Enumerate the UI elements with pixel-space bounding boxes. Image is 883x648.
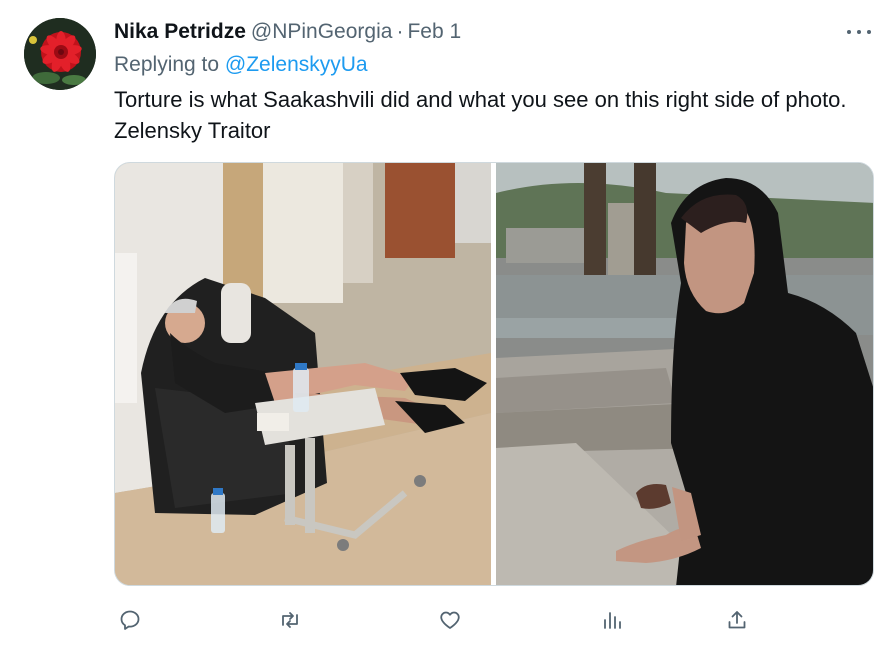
reply-icon-svg: [120, 610, 140, 630]
author-display-name[interactable]: Nika Petridze: [114, 20, 246, 44]
tweet-actions: [114, 604, 774, 636]
reply-icon[interactable]: [114, 604, 146, 636]
media-grid: [114, 162, 874, 586]
retweet-icon[interactable]: [274, 604, 306, 636]
dot: [867, 30, 871, 34]
views-icon[interactable]: [596, 604, 628, 636]
replying-to-line: Replying to @ZelenskyyUa: [114, 53, 368, 77]
photo-man-in-armchair-icon: [115, 163, 491, 585]
separator-dot: ·: [396, 20, 404, 43]
share-icon-svg: [728, 611, 746, 629]
tweet-date[interactable]: Feb 1: [407, 20, 461, 44]
photo-woman-in-black-hood[interactable]: [496, 163, 873, 585]
avatar[interactable]: [24, 18, 96, 90]
red-flower-avatar-icon: [24, 18, 96, 90]
author-handle[interactable]: @NPinGeorgia: [251, 20, 393, 44]
views-icon-svg: [604, 612, 621, 629]
like-icon[interactable]: [434, 604, 466, 636]
tweet[interactable]: Nika Petridze @NPinGeorgia · Feb 1 Reply…: [0, 0, 883, 648]
replying-to-label: Replying to: [114, 53, 225, 76]
photo-man-in-armchair[interactable]: [115, 163, 491, 585]
replying-to-mention[interactable]: @ZelenskyyUa: [225, 53, 368, 76]
tweet-text: Torture is what Saakashvili did and what…: [114, 87, 847, 143]
like-icon-svg: [440, 611, 460, 629]
more-dots-icon[interactable]: [847, 22, 871, 42]
retweet-icon-svg: [282, 612, 298, 628]
share-icon[interactable]: [721, 604, 753, 636]
dot: [847, 30, 851, 34]
photo-woman-in-black-hood-icon: [496, 163, 873, 585]
dot: [857, 30, 861, 34]
tweet-header: Nika Petridze @NPinGeorgia · Feb 1: [114, 20, 461, 46]
